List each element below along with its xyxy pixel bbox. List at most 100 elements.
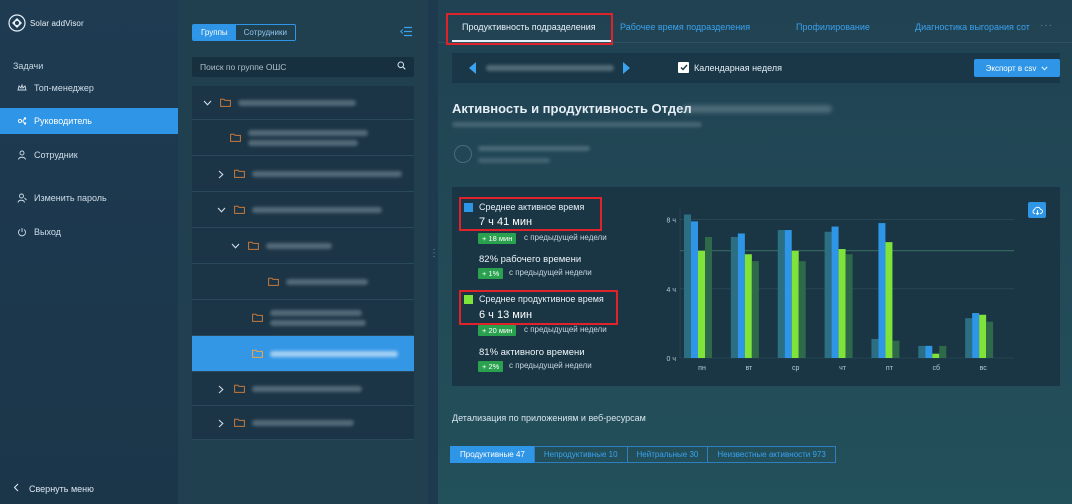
chevron-left-icon: [13, 483, 19, 494]
next-period-icon[interactable]: [623, 62, 630, 74]
x-tick-label: сб: [933, 364, 941, 372]
bar-чт-3: [845, 254, 853, 358]
group-search-input[interactable]: [200, 62, 380, 72]
tree-mode-switch: Группы Сотрудники: [192, 24, 296, 41]
active-time-value: 7 ч 41 мин: [479, 216, 533, 228]
tree-row-label: [286, 279, 368, 285]
active-share-delta-note: с предыдущей недели: [509, 268, 592, 277]
chevron-down-icon[interactable]: [202, 98, 212, 108]
bar-вт-1: [737, 233, 745, 358]
tab-burnout-diagnostics[interactable]: Диагностика выгорания сот: [915, 22, 1030, 32]
calendar-week-checkbox[interactable]: [678, 62, 689, 73]
bar-вс-1: [972, 313, 980, 358]
export-csv-button[interactable]: Экспорт в csv: [974, 59, 1060, 77]
active-time-delta-badge: + 18 мин: [478, 233, 517, 244]
bar-ср-1: [784, 230, 792, 358]
page-subtitle: [452, 122, 702, 127]
chevron-right-icon[interactable]: [216, 418, 226, 428]
productive-share-delta-note: с предыдущей недели: [509, 361, 592, 370]
y-tick-label: 0 ч: [667, 356, 677, 363]
main-content: Продуктивность подразделения Рабочее вре…: [438, 0, 1072, 504]
chart-download-button[interactable]: [1028, 202, 1046, 218]
tabs-more-icon[interactable]: ···: [1040, 20, 1053, 31]
chevron-down-icon[interactable]: [216, 205, 226, 215]
previous-period-icon[interactable]: [469, 62, 476, 74]
bar-вт-2: [744, 254, 752, 358]
productive-time-share: 81% активного времени: [479, 347, 585, 358]
chevron-down-icon[interactable]: [230, 241, 240, 251]
tree-row[interactable]: [192, 156, 414, 192]
tab-profiling[interactable]: Профилирование: [796, 22, 870, 32]
chip-unproductive[interactable]: Непродуктивные 10: [533, 446, 628, 463]
tab-unit-work-time[interactable]: Рабочее время подразделения: [620, 22, 750, 32]
tab-unit-productivity[interactable]: Продуктивность подразделения: [462, 22, 596, 32]
x-tick-label: вс: [980, 365, 988, 372]
sidebar-item-label: Топ-менеджер: [34, 83, 94, 93]
folder-icon: [248, 241, 259, 250]
bar-чт-2: [838, 249, 846, 358]
bar-пн-2: [698, 250, 705, 358]
x-tick-label: ср: [792, 365, 800, 372]
x-tick-label: пт: [886, 365, 894, 372]
activity-stats-panel: Среднее активное время 7 ч 41 мин + 18 м…: [452, 187, 1060, 386]
folder-icon: [234, 384, 245, 393]
page-title-unit-name: [682, 105, 832, 113]
tree-list-menu-icon[interactable]: [400, 26, 413, 40]
collapse-menu-label: Свернуть меню: [29, 483, 94, 494]
collapse-menu-button[interactable]: Свернуть меню: [13, 483, 94, 494]
sidebar-item-label: Руководитель: [34, 116, 92, 126]
chip-unknown[interactable]: Неизвестные активности 973: [707, 446, 836, 463]
tree-row[interactable]: [192, 192, 414, 228]
bar-вс-2: [979, 314, 987, 358]
segment-employees[interactable]: Сотрудники: [236, 25, 295, 40]
bar-вт-0: [730, 236, 738, 358]
tree-row[interactable]: [192, 228, 414, 264]
sidebar-item-manager[interactable]: Руководитель: [0, 108, 178, 134]
bar-чт-1: [831, 226, 839, 358]
tree-row-label: [270, 351, 398, 357]
page-title: Активность и продуктивность Отдел: [452, 101, 692, 116]
bar-пн-3: [705, 236, 712, 358]
sidebar-item-label: Сотрудник: [34, 150, 78, 160]
sidebar-item-top-manager[interactable]: Топ-менеджер: [0, 75, 178, 101]
x-tick-label: пн: [698, 365, 706, 372]
folder-icon: [252, 313, 263, 322]
tree-row[interactable]: [192, 264, 414, 300]
chip-productive[interactable]: Продуктивные 47: [450, 446, 535, 463]
cloud-download-icon: [1032, 206, 1043, 215]
export-csv-label: Экспорт в csv: [985, 63, 1037, 73]
tree-row-label: [252, 171, 402, 177]
productive-time-legend-square: [464, 295, 473, 304]
sidebar-item-logout[interactable]: Выход: [0, 219, 178, 245]
bar-пт-3: [892, 340, 900, 358]
org-icon: [17, 116, 27, 126]
bar-чт-0: [824, 231, 832, 358]
logo: Solar addVisor: [8, 14, 84, 32]
folder-icon: [252, 349, 263, 358]
tree-row[interactable]: [192, 336, 414, 372]
segment-groups[interactable]: Группы: [193, 25, 236, 40]
productive-time-delta-note: с предыдущей недели: [524, 325, 607, 334]
tree-row[interactable]: [192, 406, 414, 440]
tree-row[interactable]: [192, 372, 414, 406]
sidebar-item-change-password[interactable]: Изменить пароль: [0, 185, 178, 211]
bar-ср-3: [798, 261, 806, 358]
tree-row[interactable]: [192, 86, 414, 120]
chevron-right-icon[interactable]: [216, 169, 226, 179]
tree-row[interactable]: [192, 300, 414, 336]
app-root: Solar addVisor Задачи Топ-менеджер Руков…: [0, 0, 1072, 504]
group-search-field: [192, 57, 414, 77]
active-time-legend-square: [464, 203, 473, 212]
calendar-week-label[interactable]: Календарная неделя: [694, 63, 782, 73]
bar-сб-3: [939, 345, 947, 358]
search-icon[interactable]: [397, 61, 406, 73]
chevron-right-icon[interactable]: [216, 384, 226, 394]
folder-icon: [268, 277, 279, 286]
logo-text: Solar addVisor: [30, 18, 84, 28]
sidebar-item-employee[interactable]: Сотрудник: [0, 142, 178, 168]
tree-row[interactable]: [192, 120, 414, 156]
sidebar-item-label: Изменить пароль: [34, 193, 107, 203]
chip-neutral[interactable]: Нейтральные 30: [626, 446, 709, 463]
productive-time-value: 6 ч 13 мин: [479, 309, 533, 321]
manager-avatar: [454, 145, 472, 163]
